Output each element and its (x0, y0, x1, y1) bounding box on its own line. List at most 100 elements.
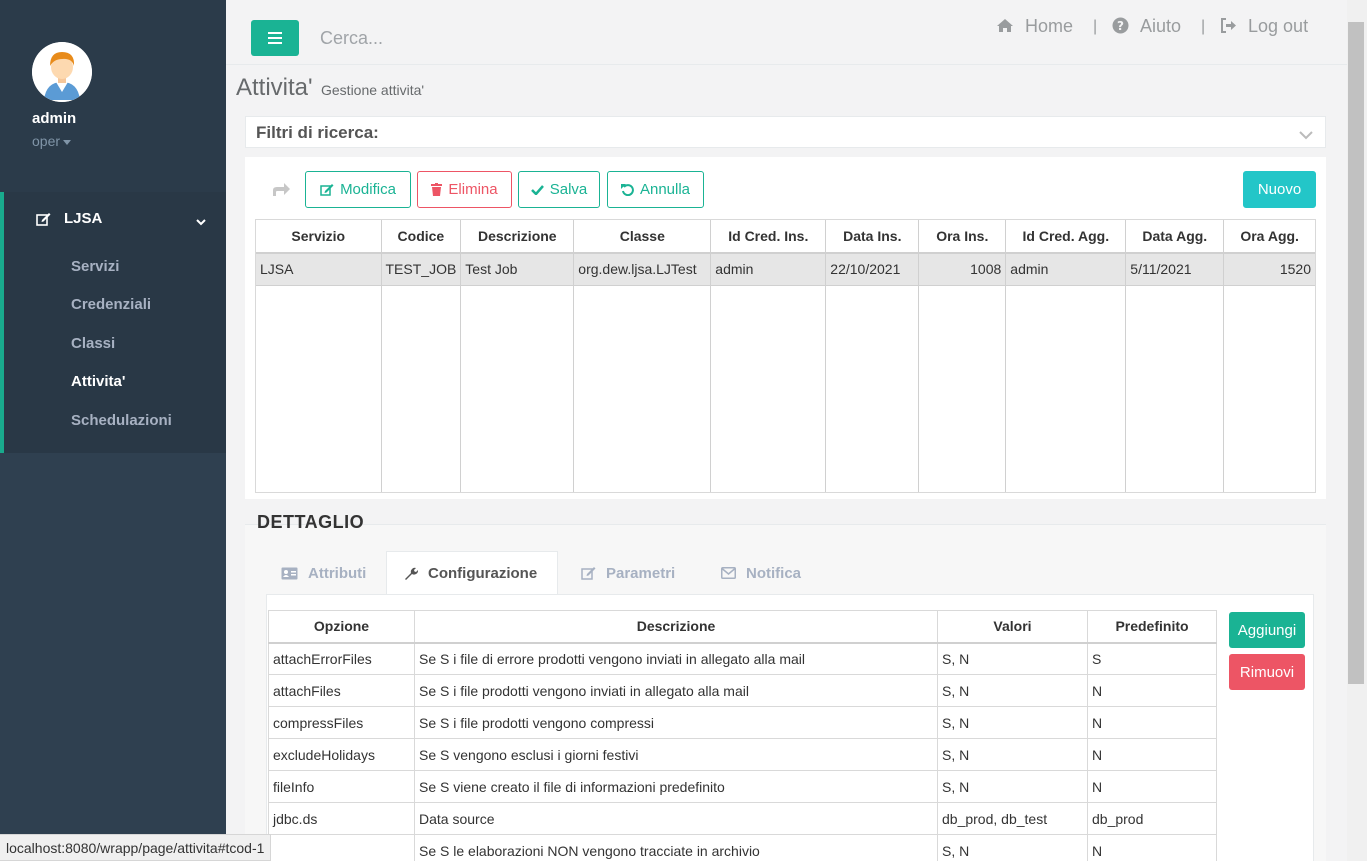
table-cell: Se S viene creato il file di informazion… (414, 770, 938, 803)
scrollbar-thumb[interactable] (1348, 22, 1364, 684)
sidebar-item-classi[interactable]: Classi (71, 335, 115, 352)
detail-title: DETTAGLIO (257, 512, 365, 532)
configurazione-tab-content: Opzione Descrizione Valori Predefinito a… (266, 594, 1314, 861)
table-cell: S, N (937, 642, 1088, 675)
column-header[interactable]: Ora Agg. (1223, 220, 1315, 254)
wrench-icon (405, 567, 418, 580)
table-cell: compressFiles (268, 706, 415, 739)
table-cell: Se S i file di errore prodotti vengono i… (414, 642, 938, 675)
table-cell: db_prod, db_test (937, 802, 1088, 835)
table-row[interactable]: attachErrorFiles Se S i file di errore pr… (268, 642, 1217, 675)
tab-attributi[interactable]: Attributi (265, 551, 385, 595)
menu-toggle-button[interactable] (251, 20, 299, 56)
table-cell: Se S le elaborazioni NON vengono traccia… (414, 834, 938, 861)
table-cell: S, N (937, 706, 1088, 739)
share-icon[interactable] (271, 181, 291, 202)
sidebar-item-credenziali[interactable]: Credenziali (71, 296, 151, 313)
column-header[interactable]: Predefinito (1087, 610, 1217, 644)
save-button[interactable]: Salva (518, 171, 600, 208)
separator: | (1201, 18, 1206, 35)
home-link[interactable]: Home (996, 16, 1073, 37)
edit-label: Modifica (340, 181, 396, 198)
help-link[interactable]: ? Aiuto (1112, 16, 1181, 37)
table-row[interactable]: compressFiles Se S i file prodotti vengon… (268, 706, 1217, 739)
browser-status-bar: localhost:8080/wrapp/page/attivita#tcod-… (0, 834, 272, 861)
edit-button[interactable]: Modifica (305, 171, 411, 208)
svg-text:?: ? (1117, 19, 1124, 33)
table-cell (268, 834, 415, 861)
table-cell: Se S i file prodotti vengono compressi (414, 706, 938, 739)
table-cell: db_prod (1087, 802, 1217, 835)
table-cell: N (1087, 738, 1217, 771)
user-name[interactable]: admin (32, 110, 76, 127)
undo-icon (620, 184, 634, 196)
nav-group-header[interactable]: LJSA (36, 210, 206, 230)
separator: | (1093, 18, 1098, 35)
records-grid[interactable]: Servizio Codice Descrizione Classe Id Cr… (255, 219, 1316, 493)
column-header[interactable]: Descrizione (414, 610, 938, 644)
add-button[interactable]: Aggiungi (1229, 612, 1305, 648)
table-cell: S, N (937, 674, 1088, 707)
column-header[interactable]: Descrizione (460, 220, 575, 254)
question-circle-icon: ? (1112, 17, 1129, 34)
tab-label: Configurazione (428, 565, 538, 582)
column-header[interactable]: Classe (573, 220, 712, 254)
table-cell: Se S i file prodotti vengono inviati in … (414, 674, 938, 707)
delete-button[interactable]: Elimina (417, 171, 512, 208)
table-row[interactable]: Se S le elaborazioni NON vengono traccia… (268, 834, 1217, 861)
user-role-dropdown[interactable]: oper (32, 133, 72, 149)
tab-notifica[interactable]: Notifica (705, 551, 825, 595)
cancel-label: Annulla (639, 181, 691, 198)
id-card-icon (281, 567, 298, 579)
table-cell: 1008 (918, 253, 1007, 286)
table-cell: S, N (937, 770, 1088, 803)
user-role: oper (32, 133, 61, 149)
sidebar-item-servizi[interactable]: Servizi (71, 258, 119, 275)
column-header[interactable]: Data Agg. (1125, 220, 1225, 254)
column-header[interactable]: Codice (381, 220, 462, 254)
configuration-table[interactable]: Opzione Descrizione Valori Predefinito a… (268, 610, 1217, 861)
check-icon (530, 185, 544, 195)
table-row[interactable]: attachFiles Se S i file prodotti vengono … (268, 674, 1217, 707)
table-row[interactable]: fileInfo Se S viene creato il file di inf… (268, 770, 1217, 803)
table-row[interactable]: LJSA TEST_JOB Test Job org.dew.ljsa.LJTe… (256, 253, 1315, 286)
search-filters-panel[interactable]: Filtri di ricerca: (245, 116, 1326, 148)
column-header[interactable]: Data Ins. (825, 220, 920, 254)
cancel-button[interactable]: Annulla (607, 171, 704, 208)
table-cell: TEST_JOB (381, 253, 462, 286)
column-header[interactable]: Id Cred. Ins. (710, 220, 827, 254)
table-row[interactable]: excludeHolidays Se S vengono esclusi i gi… (268, 738, 1217, 771)
chevron-down-icon[interactable] (1299, 127, 1313, 145)
table-cell: org.dew.ljsa.LJTest (573, 253, 712, 286)
nav-group-ljsa: LJSA Servizi Credenziali Classi Attivita… (0, 192, 226, 453)
remove-button[interactable]: Rimuovi (1229, 654, 1305, 690)
table-cell: Se S vengono esclusi i giorni festivi (414, 738, 938, 771)
search-input[interactable]: Cerca... (320, 28, 383, 49)
sidebar-item-schedulazioni[interactable]: Schedulazioni (71, 412, 172, 429)
tab-parametri[interactable]: Parametri (565, 551, 695, 595)
column-header[interactable]: Ora Ins. (918, 220, 1007, 254)
table-row[interactable]: jdbc.ds Data source db_prod, db_test db_pro… (268, 802, 1217, 835)
column-header[interactable]: Valori (937, 610, 1088, 644)
chevron-down-icon (196, 213, 206, 230)
table-cell: attachFiles (268, 674, 415, 707)
table-cell: admin (710, 253, 827, 286)
column-header[interactable]: Servizio (256, 220, 382, 254)
column-header[interactable]: Id Cred. Agg. (1005, 220, 1127, 254)
sidebar-item-attivita[interactable]: Attivita' (71, 373, 125, 390)
page-subtitle: Gestione attivita' (321, 82, 425, 98)
edit-icon (320, 184, 334, 196)
table-cell: N (1087, 770, 1217, 803)
column-header[interactable]: Opzione (268, 610, 415, 644)
new-label: Nuovo (1257, 181, 1302, 198)
logout-link[interactable]: Log out (1220, 16, 1308, 37)
status-url: localhost:8080/wrapp/page/attivita#tcod-… (6, 839, 265, 856)
page-title: Attivita' (236, 74, 313, 101)
table-cell: N (1087, 706, 1217, 739)
new-button[interactable]: Nuovo (1243, 171, 1316, 208)
user-avatar[interactable] (32, 42, 92, 102)
tab-label: Parametri (606, 564, 676, 582)
table-cell: S, N (937, 738, 1088, 771)
tab-configurazione[interactable]: Configurazione (386, 551, 558, 595)
table-cell: N (1087, 674, 1217, 707)
